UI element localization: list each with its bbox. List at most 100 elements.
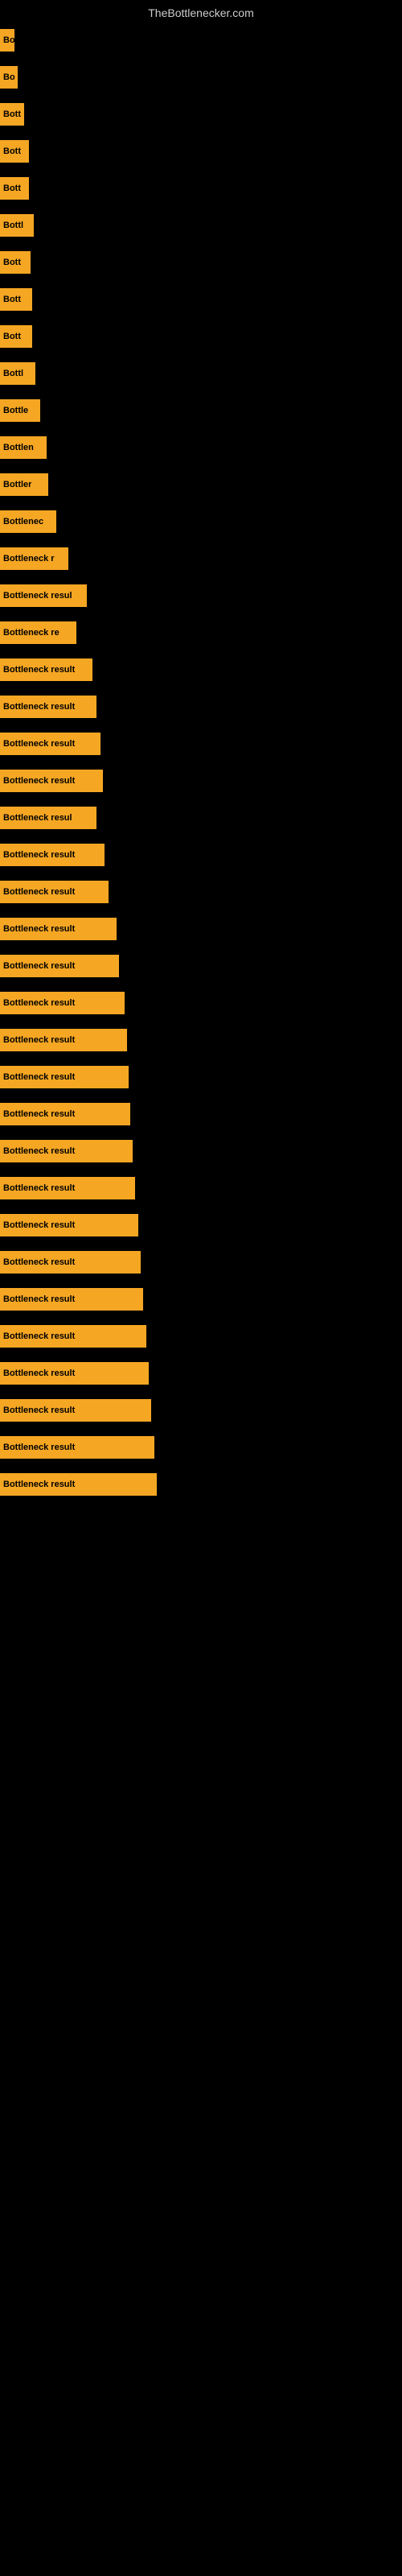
bar-row-22: Bottleneck result [0, 837, 402, 873]
bar-27: Bottleneck result [0, 1029, 127, 1051]
bar-row-5: Bottl [0, 208, 402, 243]
bar-label-27: Bottleneck result [3, 1035, 75, 1045]
bar-label-18: Bottleneck result [3, 702, 75, 712]
bar-label-8: Bott [3, 332, 21, 341]
bar-label-3: Bott [3, 147, 21, 156]
bar-label-10: Bottle [3, 406, 28, 415]
bar-7: Bott [0, 288, 32, 311]
bar-row-0: Bo [0, 23, 402, 58]
bar-row-1: Bo [0, 60, 402, 95]
bar-label-31: Bottleneck result [3, 1183, 75, 1193]
bar-label-6: Bott [3, 258, 21, 267]
bar-label-38: Bottleneck result [3, 1443, 75, 1452]
bar-row-2: Bott [0, 97, 402, 132]
bar-label-30: Bottleneck result [3, 1146, 75, 1156]
bar-row-10: Bottle [0, 393, 402, 428]
bar-19: Bottleneck result [0, 733, 100, 755]
bar-label-26: Bottleneck result [3, 998, 75, 1008]
bar-33: Bottleneck result [0, 1251, 141, 1274]
bar-label-4: Bott [3, 184, 21, 193]
bar-row-33: Bottleneck result [0, 1245, 402, 1280]
bar-label-2: Bott [3, 109, 21, 119]
bar-row-21: Bottleneck resul [0, 800, 402, 836]
bar-label-24: Bottleneck result [3, 924, 75, 934]
bar-label-36: Bottleneck result [3, 1368, 75, 1378]
bar-row-16: Bottleneck re [0, 615, 402, 650]
bar-15: Bottleneck resul [0, 584, 87, 607]
bar-label-39: Bottleneck result [3, 1480, 75, 1489]
bar-6: Bott [0, 251, 31, 274]
bar-row-32: Bottleneck result [0, 1208, 402, 1243]
bar-label-28: Bottleneck result [3, 1072, 75, 1082]
bar-row-8: Bott [0, 319, 402, 354]
bar-label-12: Bottler [3, 480, 31, 489]
bar-row-24: Bottleneck result [0, 911, 402, 947]
bar-37: Bottleneck result [0, 1399, 151, 1422]
bar-label-0: Bo [3, 35, 14, 45]
bar-row-4: Bott [0, 171, 402, 206]
bar-22: Bottleneck result [0, 844, 105, 866]
bar-36: Bottleneck result [0, 1362, 149, 1385]
bar-39: Bottleneck result [0, 1473, 157, 1496]
bar-label-13: Bottlenec [3, 517, 43, 526]
bar-30: Bottleneck result [0, 1140, 133, 1162]
bars-container: Bo Bo Bott Bott Bott Bottl Bott Bott Bott Bottl Bo… [0, 23, 402, 1502]
bar-row-37: Bottleneck result [0, 1393, 402, 1428]
bar-label-17: Bottleneck result [3, 665, 75, 675]
bar-row-13: Bottlenec [0, 504, 402, 539]
bar-row-29: Bottleneck result [0, 1096, 402, 1132]
bar-20: Bottleneck result [0, 770, 103, 792]
bar-10: Bottle [0, 399, 40, 422]
bar-label-34: Bottleneck result [3, 1294, 75, 1304]
bar-label-16: Bottleneck re [3, 628, 59, 638]
bar-label-9: Bottl [3, 369, 23, 378]
bar-24: Bottleneck result [0, 918, 117, 940]
bar-label-22: Bottleneck result [3, 850, 75, 860]
bar-11: Bottlen [0, 436, 47, 459]
bar-21: Bottleneck resul [0, 807, 96, 829]
bar-17: Bottleneck result [0, 658, 92, 681]
bar-31: Bottleneck result [0, 1177, 135, 1199]
bar-row-31: Bottleneck result [0, 1170, 402, 1206]
bar-34: Bottleneck result [0, 1288, 143, 1311]
bar-row-15: Bottleneck resul [0, 578, 402, 613]
bar-32: Bottleneck result [0, 1214, 138, 1236]
bar-label-21: Bottleneck resul [3, 813, 72, 823]
bar-label-7: Bott [3, 295, 21, 304]
bar-29: Bottleneck result [0, 1103, 130, 1125]
bar-16: Bottleneck re [0, 621, 76, 644]
bar-18: Bottleneck result [0, 696, 96, 718]
bar-13: Bottlenec [0, 510, 56, 533]
bar-row-34: Bottleneck result [0, 1282, 402, 1317]
bar-4: Bott [0, 177, 29, 200]
bar-row-30: Bottleneck result [0, 1133, 402, 1169]
bar-row-36: Bottleneck result [0, 1356, 402, 1391]
bar-row-35: Bottleneck result [0, 1319, 402, 1354]
bar-label-33: Bottleneck result [3, 1257, 75, 1267]
bar-row-3: Bott [0, 134, 402, 169]
bar-38: Bottleneck result [0, 1436, 154, 1459]
bar-label-25: Bottleneck result [3, 961, 75, 971]
site-title: TheBottlenecker.com [0, 0, 402, 23]
bar-23: Bottleneck result [0, 881, 109, 903]
bar-row-11: Bottlen [0, 430, 402, 465]
bar-14: Bottleneck r [0, 547, 68, 570]
bar-label-5: Bottl [3, 221, 23, 230]
bar-row-9: Bottl [0, 356, 402, 391]
bar-row-25: Bottleneck result [0, 948, 402, 984]
bar-row-19: Bottleneck result [0, 726, 402, 762]
bar-0: Bo [0, 29, 14, 52]
bar-label-32: Bottleneck result [3, 1220, 75, 1230]
bar-label-15: Bottleneck resul [3, 591, 72, 601]
bar-25: Bottleneck result [0, 955, 119, 977]
bar-row-27: Bottleneck result [0, 1022, 402, 1058]
bar-9: Bottl [0, 362, 35, 385]
bar-5: Bottl [0, 214, 34, 237]
bar-35: Bottleneck result [0, 1325, 146, 1348]
bar-label-14: Bottleneck r [3, 554, 55, 564]
bar-row-26: Bottleneck result [0, 985, 402, 1021]
bar-row-20: Bottleneck result [0, 763, 402, 799]
bar-3: Bott [0, 140, 29, 163]
bar-row-6: Bott [0, 245, 402, 280]
bar-row-12: Bottler [0, 467, 402, 502]
